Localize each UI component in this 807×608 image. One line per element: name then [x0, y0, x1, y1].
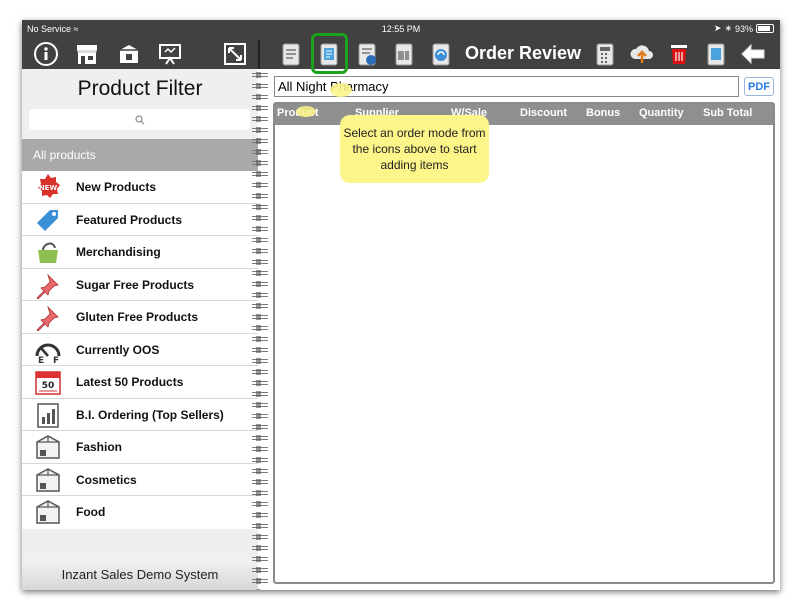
filter-item-label: Gluten Free Products: [76, 310, 199, 324]
pushpin-icon: [33, 271, 63, 299]
pushpin-icon: [33, 303, 63, 331]
product-filter-panel: Product Filter All products NEW New Prod…: [22, 69, 258, 590]
calendar-icon: 50: [33, 368, 63, 396]
new-badge-icon: NEW: [33, 173, 63, 201]
filter-item-gluten-free[interactable]: Gluten Free Products: [22, 301, 258, 334]
pdf-button[interactable]: PDF: [744, 77, 774, 96]
sync-order-icon[interactable]: [428, 41, 454, 67]
svg-text:F: F: [53, 356, 59, 364]
tooltip-pointer: [296, 106, 316, 117]
location-icon: ➤: [713, 23, 722, 33]
filter-item-merchandising[interactable]: Merchandising: [22, 236, 258, 269]
column-header: Bonus: [586, 107, 621, 119]
selected-mode-highlight: [311, 33, 348, 74]
presentation-icon[interactable]: [157, 41, 183, 67]
scanner-order-icon[interactable]: [354, 41, 380, 67]
search-icon: [134, 114, 144, 124]
hint-tooltip: Select an order mode from the icons abov…: [340, 115, 489, 183]
box-icon: [33, 466, 63, 494]
battery-icon: [756, 24, 774, 33]
status-bar: No Service ≈ 12:55 PM ➤ ∗ 93%: [22, 20, 780, 40]
copy-order-icon[interactable]: [703, 41, 729, 67]
filter-item-label: Merchandising: [76, 245, 161, 259]
ipad-screen: No Service ≈ 12:55 PM ➤ ∗ 93% Order Revi…: [22, 20, 780, 590]
status-right: ➤ ∗ 93%: [714, 23, 774, 34]
bluetooth-icon: ∗: [724, 23, 732, 33]
filter-item-label: Fashion: [76, 440, 123, 454]
filter-item-label: B.I. Ordering (Top Sellers): [76, 407, 224, 422]
filter-item-label: New Products: [76, 180, 157, 194]
store-icon[interactable]: [74, 41, 100, 67]
order-review-panel: All Night Pharmacy PDF Product Supplier …: [268, 69, 780, 590]
all-products-item[interactable]: All products: [22, 139, 258, 171]
filter-item-label: Currently OOS: [76, 342, 160, 357]
column-header: Discount: [520, 107, 568, 119]
battery-percent: 93%: [734, 23, 753, 34]
filter-item-featured-products[interactable]: Featured Products: [22, 203, 258, 236]
filter-item-label: Latest 50 Products: [76, 375, 184, 389]
filter-item-label: Sugar Free Products: [76, 277, 195, 292]
info-icon[interactable]: [33, 41, 59, 67]
search-input[interactable]: [29, 109, 250, 130]
spiral-binding: [252, 70, 268, 590]
fuel-gauge-icon: EF: [33, 336, 63, 364]
box-icon: [33, 498, 63, 526]
filter-list: NEW New Products Featured Products Merch…: [22, 171, 258, 529]
column-header: Sub Total: [703, 107, 753, 119]
filter-item-latest-50[interactable]: 50 Latest 50 Products: [22, 366, 258, 399]
product-filter-title: Product Filter: [77, 77, 203, 100]
filter-item-fashion[interactable]: Fashion: [22, 431, 258, 464]
filter-item-label: Cosmetics: [76, 472, 137, 487]
tooltip-pointer: [330, 83, 352, 97]
box-icon[interactable]: [116, 41, 142, 67]
filter-item-sugar-free[interactable]: Sugar Free Products: [22, 268, 258, 301]
box-icon: [33, 433, 63, 461]
svg-text:NEW: NEW: [39, 184, 58, 192]
svg-text:50: 50: [42, 381, 55, 391]
barcode-order-icon[interactable]: [391, 41, 417, 67]
filter-item-label: Food: [76, 505, 106, 519]
column-header: Quantity: [639, 107, 684, 119]
footer-system-name: Inzant Sales Demo System: [22, 559, 258, 590]
calculator-icon[interactable]: [592, 41, 618, 67]
trash-icon[interactable]: [666, 41, 692, 67]
filter-item-bi-ordering[interactable]: B.I. Ordering (Top Sellers): [22, 398, 258, 431]
page-title: Order Review: [465, 43, 582, 63]
back-arrow-icon[interactable]: [740, 41, 766, 67]
filter-item-new-products[interactable]: NEW New Products: [22, 171, 258, 204]
tag-icon: [33, 206, 63, 234]
bar-chart-icon: [33, 401, 63, 429]
filter-item-food[interactable]: Food: [22, 496, 258, 529]
clock: 12:55 PM: [381, 24, 421, 34]
order-sheet-icon[interactable]: [278, 41, 304, 67]
toolbar: Order Review: [22, 40, 780, 69]
bag-icon: [33, 238, 63, 266]
filter-item-label: Featured Products: [76, 212, 183, 227]
toolbar-divider: [258, 40, 260, 69]
svg-text:E: E: [38, 356, 44, 364]
upload-cloud-icon[interactable]: [629, 41, 655, 67]
filter-item-cosmetics[interactable]: Cosmetics: [22, 463, 258, 496]
resize-icon[interactable]: [222, 41, 248, 67]
filter-item-currently-oos[interactable]: EF Currently OOS: [22, 333, 258, 366]
